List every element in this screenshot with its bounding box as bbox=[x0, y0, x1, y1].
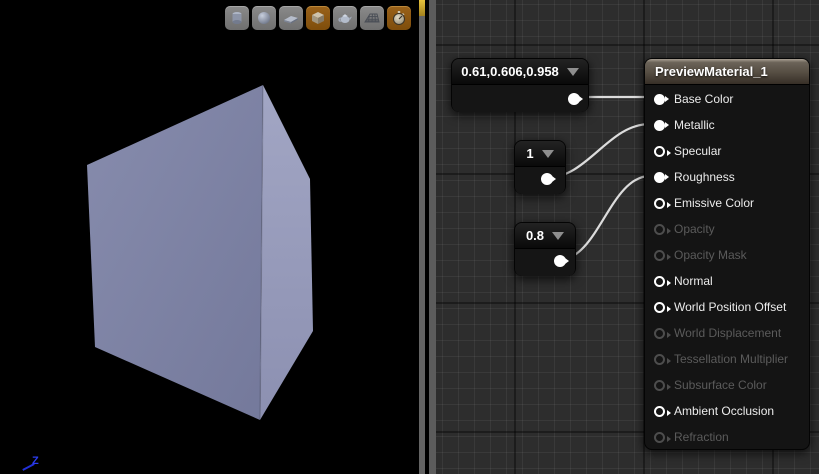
constant3-node-header[interactable]: 0.61,0.606,0.958 bbox=[452, 59, 588, 85]
preview-toolbar bbox=[225, 6, 411, 30]
z-axis-label: Z bbox=[32, 456, 39, 467]
pin-circle-icon bbox=[654, 380, 665, 391]
pin-ambient-occlusion[interactable]: Ambient Occlusion bbox=[645, 398, 809, 424]
pin-circle-icon[interactable] bbox=[654, 146, 665, 157]
material-editor-window: Z 0.61,0.606,0.958 1 bbox=[0, 0, 819, 474]
pin-metallic[interactable]: Metallic bbox=[645, 112, 809, 138]
pin-circle-icon bbox=[654, 250, 665, 261]
pin-opacity-mask: Opacity Mask bbox=[645, 242, 809, 268]
material-node-header[interactable]: PreviewMaterial_1 bbox=[645, 59, 809, 85]
chevron-down-icon[interactable] bbox=[552, 232, 564, 240]
panel-splitter-inner[interactable] bbox=[429, 0, 436, 474]
plane-icon bbox=[283, 10, 299, 26]
teapot-icon bbox=[337, 10, 353, 26]
pin-circle-icon[interactable] bbox=[654, 406, 665, 417]
constant08-value: 0.8 bbox=[526, 228, 544, 243]
chevron-down-icon[interactable] bbox=[542, 150, 554, 158]
teapot-preview-button[interactable] bbox=[333, 6, 357, 30]
pin-circle-icon[interactable] bbox=[654, 198, 665, 209]
pin-circle-icon[interactable] bbox=[654, 172, 665, 183]
chevron-down-icon[interactable] bbox=[567, 68, 579, 76]
constant-08-node[interactable]: 0.8 bbox=[514, 222, 576, 276]
material-node-title: PreviewMaterial_1 bbox=[655, 64, 768, 79]
constant3-output-pin[interactable] bbox=[568, 93, 580, 105]
grid-preview-button[interactable] bbox=[360, 6, 384, 30]
pin-circle-icon bbox=[654, 432, 665, 443]
constant08-output-pin[interactable] bbox=[554, 255, 566, 267]
pin-specular[interactable]: Specular bbox=[645, 138, 809, 164]
cube-preview-button[interactable] bbox=[306, 6, 330, 30]
pin-circle-icon bbox=[654, 224, 665, 235]
pin-world-position-offset[interactable]: World Position Offset bbox=[645, 294, 809, 320]
pin-roughness[interactable]: Roughness bbox=[645, 164, 809, 190]
pin-refraction: Refraction bbox=[645, 424, 809, 450]
pin-base-color[interactable]: Base Color bbox=[645, 86, 809, 112]
constant-1-node[interactable]: 1 bbox=[514, 140, 566, 194]
pin-circle-icon[interactable] bbox=[654, 94, 665, 105]
constant1-node-body bbox=[515, 167, 565, 194]
stopwatch-icon bbox=[391, 10, 407, 26]
cube-icon bbox=[310, 10, 326, 26]
material-graph-canvas[interactable]: 0.61,0.606,0.958 1 0.8 bbox=[436, 0, 819, 474]
plane-preview-button[interactable] bbox=[279, 6, 303, 30]
grid-icon bbox=[364, 10, 380, 26]
pin-subsurface-color: Subsurface Color bbox=[645, 372, 809, 398]
pin-circle-icon[interactable] bbox=[654, 120, 665, 131]
pin-tessellation-multiplier: Tessellation Multiplier bbox=[645, 346, 809, 372]
cylinder-preview-button[interactable] bbox=[225, 6, 249, 30]
constant3-value: 0.61,0.606,0.958 bbox=[461, 64, 559, 79]
constant3-vector-node[interactable]: 0.61,0.606,0.958 bbox=[451, 58, 589, 112]
constant08-node-body bbox=[515, 249, 575, 276]
material-pin-list: Base Color Metallic Specular Roughness E… bbox=[645, 85, 809, 450]
sphere-icon bbox=[256, 10, 272, 26]
constant1-output-pin[interactable] bbox=[541, 173, 553, 185]
preview-material-node[interactable]: PreviewMaterial_1 Base Color Metallic Sp… bbox=[644, 58, 810, 450]
preview-viewport[interactable]: Z bbox=[0, 0, 419, 474]
pin-normal[interactable]: Normal bbox=[645, 268, 809, 294]
pin-circle-icon bbox=[654, 354, 665, 365]
sphere-preview-button[interactable] bbox=[252, 6, 276, 30]
constant3-node-body bbox=[452, 85, 588, 112]
constant08-node-header[interactable]: 0.8 bbox=[515, 223, 575, 249]
pin-emissive-color[interactable]: Emissive Color bbox=[645, 190, 809, 216]
axis-gizmo: Z bbox=[22, 452, 52, 472]
cylinder-icon bbox=[229, 10, 245, 26]
constant1-value: 1 bbox=[526, 146, 533, 161]
stopwatch-realtime-button[interactable] bbox=[387, 6, 411, 30]
pin-opacity: Opacity bbox=[645, 216, 809, 242]
constant1-node-header[interactable]: 1 bbox=[515, 141, 565, 167]
pin-circle-icon[interactable] bbox=[654, 276, 665, 287]
pin-circle-icon[interactable] bbox=[654, 302, 665, 313]
pin-circle-icon bbox=[654, 328, 665, 339]
preview-cube-mesh bbox=[0, 0, 419, 474]
panel-splitter[interactable] bbox=[419, 0, 425, 474]
pin-world-displacement: World Displacement bbox=[645, 320, 809, 346]
